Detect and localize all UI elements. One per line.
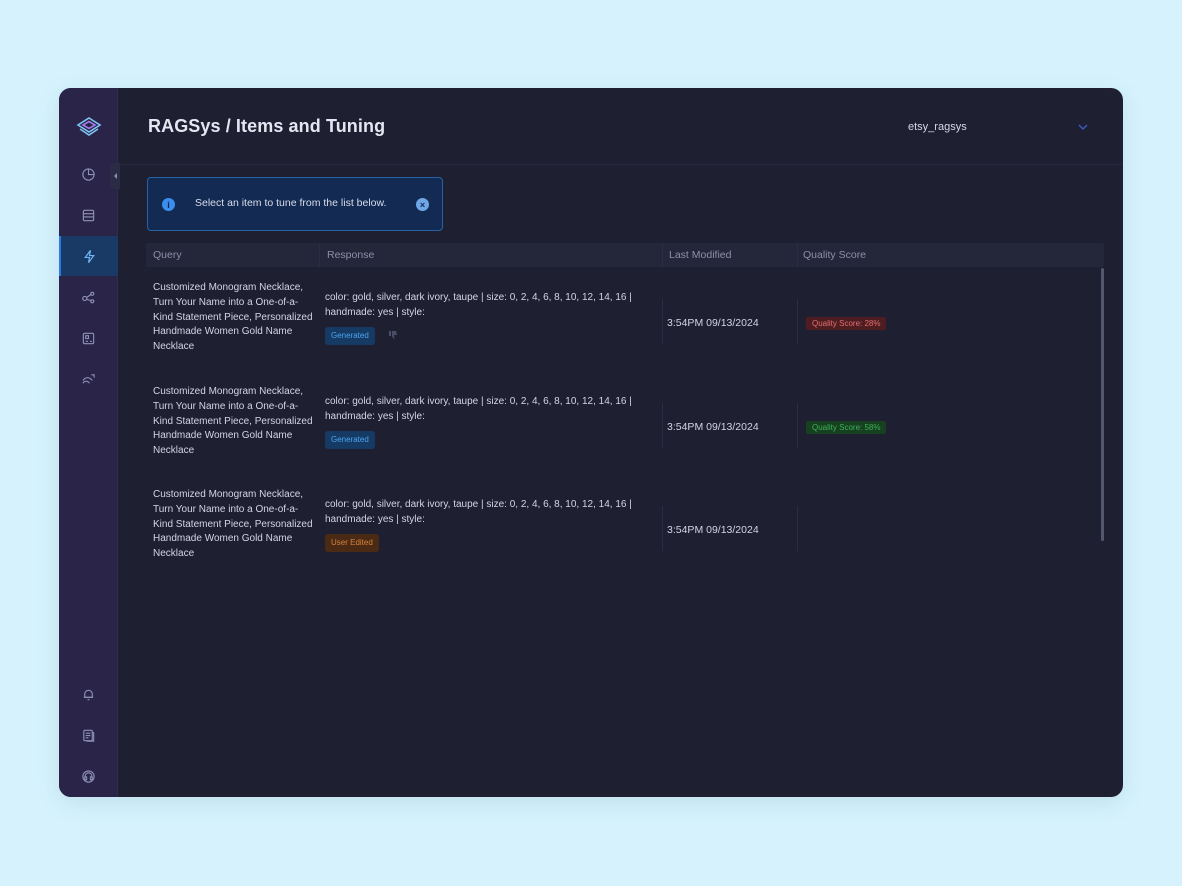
row-last-modified: 3:54PM 09/13/2024 [667,317,759,329]
quality-score-badge: Quality Score: 28% [806,317,887,330]
table-row[interactable]: Customized Monogram Necklace, Turn Your … [146,488,1104,591]
headset-icon [82,769,95,783]
column-divider [797,506,798,551]
column-divider [662,506,663,551]
documents-icon [83,729,95,742]
chevron-down-icon [1078,124,1088,130]
pie-chart-icon [82,167,95,181]
info-icon: i [162,198,175,211]
ragsys-logo-icon[interactable] [75,114,103,142]
table-header: Query Response Last Modified Quality Sco… [146,243,1104,267]
wifi-pulse-icon [82,373,95,384]
nav-signals[interactable] [59,359,118,399]
header-last-modified[interactable]: Last Modified [669,249,731,261]
column-divider [797,403,798,448]
image-dashboard-icon [82,332,95,344]
app-window: RAGSys / Items and Tuning etsy_ragsys i … [59,88,1123,797]
row-response: color: gold, silver, dark ivory, taupe |… [325,395,645,450]
column-divider [662,243,663,267]
nav-notifications[interactable] [59,674,118,714]
response-text: color: gold, silver, dark ivory, taupe |… [325,396,632,422]
nav-support[interactable] [59,756,118,796]
row-response: color: gold, silver, dark ivory, taupe |… [325,498,645,553]
page-title: RAGSys / Items and Tuning [148,116,386,136]
nav-network[interactable] [59,277,118,317]
main-content: RAGSys / Items and Tuning etsy_ragsys i … [118,88,1123,797]
network-icon [82,291,95,303]
column-divider [662,299,663,344]
bell-icon [83,689,94,700]
row-query: Customized Monogram Necklace, Turn Your … [153,386,313,457]
response-text: color: gold, silver, dark ivory, taupe |… [325,499,632,525]
row-query: Customized Monogram Necklace, Turn Your … [153,282,313,353]
column-divider [319,243,320,267]
column-divider [797,243,798,267]
row-response: color: gold, silver, dark ivory, taupe |… [325,291,645,346]
sidebar [59,88,118,797]
lightning-icon [84,249,95,263]
sidebar-collapse-handle[interactable] [110,163,120,189]
table-scrollbar[interactable] [1101,268,1104,541]
alert-message: Select an item to tune from the list bel… [195,197,387,209]
nav-tuning[interactable] [59,236,118,276]
status-badge: Generated [325,430,375,450]
row-query: Customized Monogram Necklace, Turn Your … [153,489,313,560]
header-quality-score[interactable]: Quality Score [803,249,866,261]
nav-data[interactable] [59,195,118,235]
response-text: color: gold, silver, dark ivory, taupe |… [325,292,632,318]
table-row[interactable]: Customized Monogram Necklace, Turn Your … [146,281,1104,384]
info-alert: i Select an item to tune from the list b… [147,177,443,231]
row-last-modified: 3:54PM 09/13/2024 [667,524,759,536]
status-badge: Generated [325,326,375,346]
header-response[interactable]: Response [327,249,374,261]
thumbs-down-icon[interactable] [388,330,398,346]
column-divider [797,299,798,344]
status-badge: User Edited [325,533,379,553]
items-table: Query Response Last Modified Quality Sco… [146,243,1104,559]
nav-gallery[interactable] [59,318,118,358]
nav-documents[interactable] [59,715,118,755]
table-row[interactable]: Customized Monogram Necklace, Turn Your … [146,385,1104,488]
workspace-select[interactable]: etsy_ragsys [908,114,1088,140]
column-divider [662,403,663,448]
header-query[interactable]: Query [153,249,182,261]
chevron-left-icon [113,173,117,179]
workspace-label: etsy_ragsys [908,121,967,133]
database-icon [82,209,95,221]
close-icon[interactable]: × [416,198,429,211]
header: RAGSys / Items and Tuning etsy_ragsys [118,88,1123,165]
row-last-modified: 3:54PM 09/13/2024 [667,421,759,433]
quality-score-badge: Quality Score: 58% [806,421,887,434]
